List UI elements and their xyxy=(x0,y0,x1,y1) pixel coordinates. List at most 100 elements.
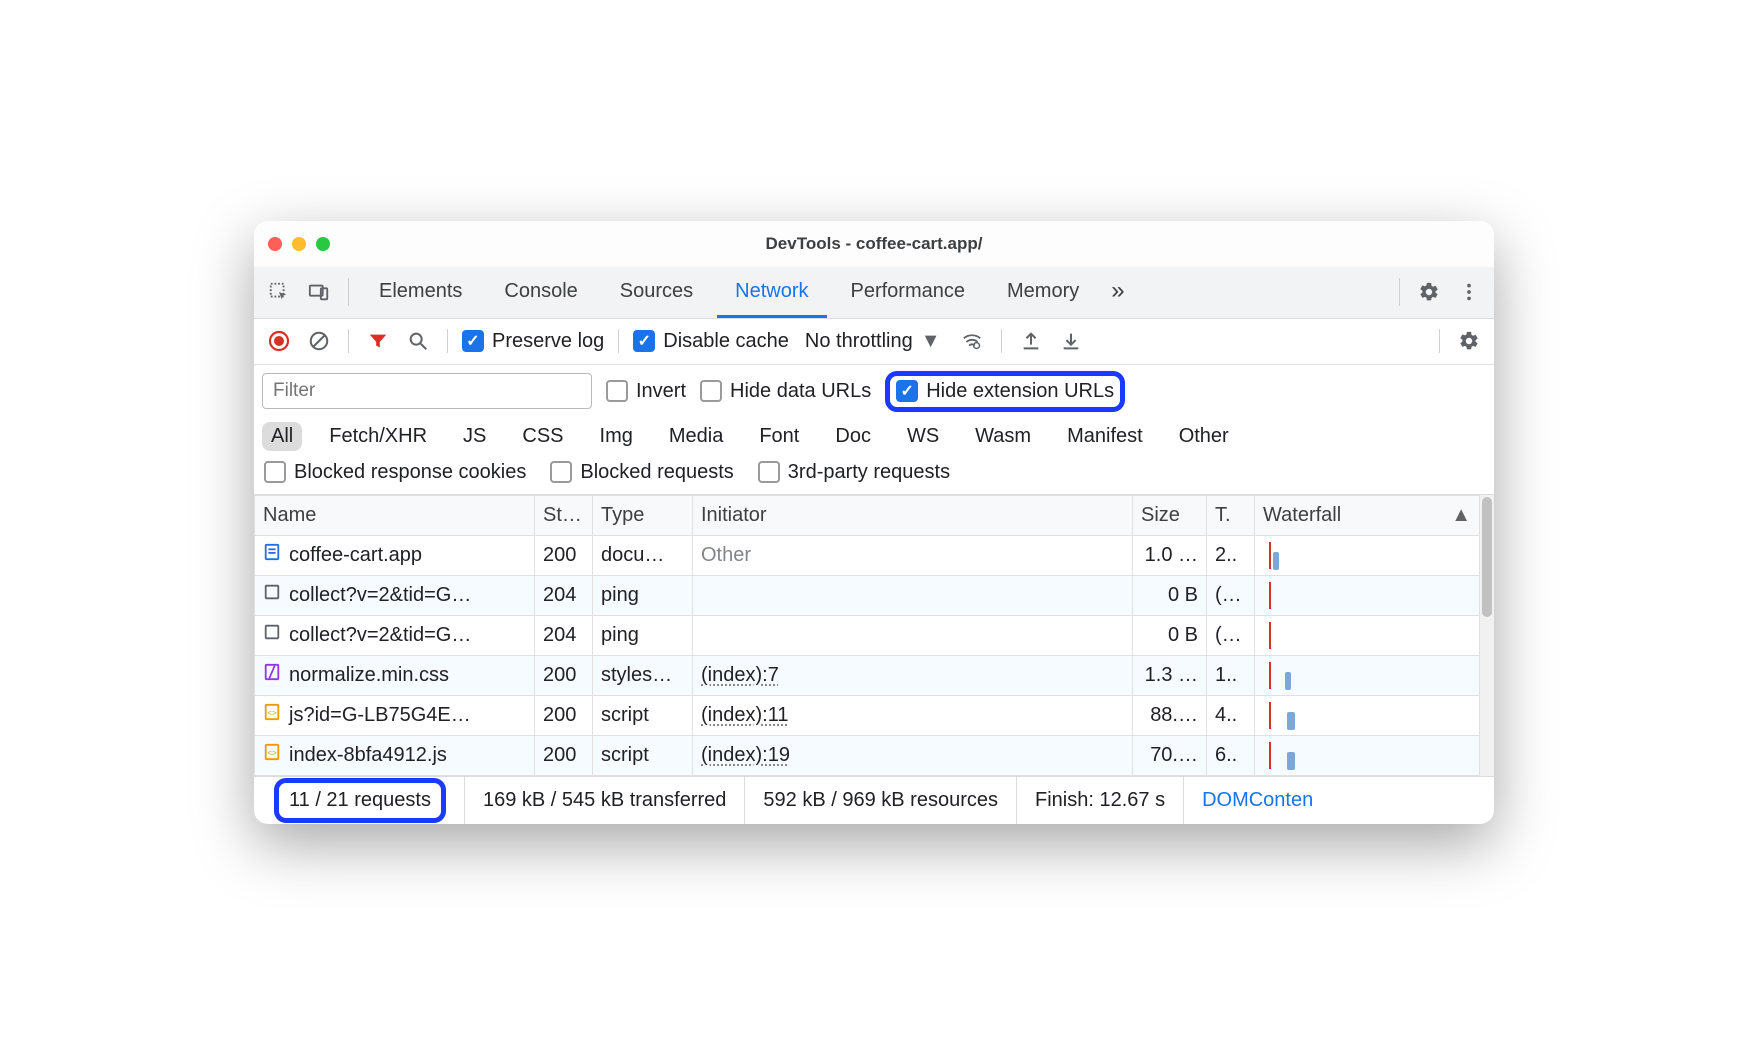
cell-time: 6.. xyxy=(1207,735,1255,775)
status-transferred: 169 kB / 545 kB transferred xyxy=(465,777,745,824)
type-doc[interactable]: Doc xyxy=(826,422,880,451)
tab-console[interactable]: Console xyxy=(486,266,595,318)
type-img[interactable]: Img xyxy=(591,422,642,451)
svg-text:<>: <> xyxy=(267,749,277,758)
settings-icon[interactable] xyxy=(1412,275,1446,309)
blocked-cookies-checkbox[interactable]: Blocked response cookies xyxy=(264,461,526,484)
filter-input[interactable] xyxy=(262,373,592,409)
device-toolbar-icon[interactable] xyxy=(302,275,336,309)
cell-size: 1.0 … xyxy=(1133,535,1207,575)
col-type[interactable]: Type xyxy=(593,495,693,535)
request-name: normalize.min.css xyxy=(289,664,449,687)
separator xyxy=(348,329,349,353)
table-row[interactable]: <>index-8bfa4912.js200script(index):1970… xyxy=(255,735,1480,775)
separator xyxy=(618,329,619,353)
type-wasm[interactable]: Wasm xyxy=(966,422,1040,451)
status-bar: 11 / 21 requests 169 kB / 545 kB transfe… xyxy=(254,776,1494,824)
search-icon[interactable] xyxy=(403,326,433,356)
tab-network[interactable]: Network xyxy=(717,266,826,318)
network-toolbar: Preserve log Disable cache No throttling… xyxy=(254,319,1494,365)
extra-filters-row: Blocked response cookies Blocked request… xyxy=(254,459,1494,495)
invert-label: Invert xyxy=(636,380,686,403)
type-css[interactable]: CSS xyxy=(513,422,572,451)
initiator-link[interactable]: (index):19 xyxy=(701,744,790,766)
status-resources: 592 kB / 969 kB resources xyxy=(745,777,1017,824)
col-status[interactable]: St… xyxy=(535,495,593,535)
status-finish: Finish: 12.67 s xyxy=(1017,777,1184,824)
panel-tabbar: Elements Console Sources Network Perform… xyxy=(254,267,1494,319)
cell-type: script xyxy=(593,735,693,775)
request-name: js?id=G-LB75G4E… xyxy=(289,704,471,727)
col-initiator[interactable]: Initiator xyxy=(693,495,1133,535)
clear-button[interactable] xyxy=(304,326,334,356)
type-fetch-xhr[interactable]: Fetch/XHR xyxy=(320,422,436,451)
separator xyxy=(1399,278,1400,306)
network-conditions-icon[interactable] xyxy=(957,326,987,356)
request-name: collect?v=2&tid=G… xyxy=(289,584,471,607)
cell-waterfall xyxy=(1255,735,1480,775)
type-js[interactable]: JS xyxy=(454,422,495,451)
file-icon: <> xyxy=(263,703,281,727)
type-all[interactable]: All xyxy=(262,422,302,451)
throttling-value: No throttling xyxy=(805,330,913,353)
type-media[interactable]: Media xyxy=(660,422,732,451)
table-row[interactable]: collect?v=2&tid=G…204ping0 B(… xyxy=(255,575,1480,615)
invert-checkbox[interactable]: Invert xyxy=(606,380,686,403)
cell-type: script xyxy=(593,695,693,735)
initiator-link[interactable]: (index):7 xyxy=(701,664,779,686)
table-row[interactable]: collect?v=2&tid=G…204ping0 B(… xyxy=(255,615,1480,655)
cell-initiator: (index):19 xyxy=(693,735,1133,775)
sort-asc-icon: ▲ xyxy=(1451,504,1471,527)
cell-waterfall xyxy=(1255,655,1480,695)
table-row[interactable]: coffee-cart.app200docu…Other1.0 …2.. xyxy=(255,535,1480,575)
more-menu-icon[interactable] xyxy=(1452,275,1486,309)
disable-cache-checkbox[interactable]: Disable cache xyxy=(633,330,789,353)
type-other[interactable]: Other xyxy=(1170,422,1238,451)
export-har-icon[interactable] xyxy=(1056,326,1086,356)
close-window-button[interactable] xyxy=(268,237,282,251)
hide-data-urls-checkbox[interactable]: Hide data URLs xyxy=(700,380,871,403)
file-icon xyxy=(263,583,281,607)
throttling-select[interactable]: No throttling ▼ xyxy=(799,330,947,353)
hide-extension-urls-checkbox[interactable]: Hide extension URLs xyxy=(896,380,1114,403)
network-settings-icon[interactable] xyxy=(1454,326,1484,356)
vertical-scrollbar[interactable] xyxy=(1480,495,1494,776)
table-row[interactable]: normalize.min.css200styles…(index):71.3 … xyxy=(255,655,1480,695)
type-font[interactable]: Font xyxy=(750,422,808,451)
tab-memory[interactable]: Memory xyxy=(989,266,1097,318)
import-har-icon[interactable] xyxy=(1016,326,1046,356)
type-ws[interactable]: WS xyxy=(898,422,948,451)
inspect-element-icon[interactable] xyxy=(262,275,296,309)
filter-toggle-icon[interactable] xyxy=(363,326,393,356)
initiator-link[interactable]: (index):11 xyxy=(701,704,788,726)
tab-sources[interactable]: Sources xyxy=(602,266,711,318)
tab-elements[interactable]: Elements xyxy=(361,266,480,318)
preserve-log-checkbox[interactable]: Preserve log xyxy=(462,330,604,353)
cell-initiator xyxy=(693,575,1133,615)
preserve-log-label: Preserve log xyxy=(492,330,604,353)
tab-performance[interactable]: Performance xyxy=(833,266,984,318)
type-manifest[interactable]: Manifest xyxy=(1058,422,1152,451)
blocked-requests-checkbox[interactable]: Blocked requests xyxy=(550,461,733,484)
tabs-overflow-button[interactable]: » xyxy=(1103,266,1132,318)
zoom-window-button[interactable] xyxy=(316,237,330,251)
col-size[interactable]: Size xyxy=(1133,495,1207,535)
third-party-checkbox[interactable]: 3rd-party requests xyxy=(758,461,950,484)
record-button[interactable] xyxy=(264,326,294,356)
svg-text:<>: <> xyxy=(267,709,277,718)
cell-status: 200 xyxy=(535,535,593,575)
col-waterfall[interactable]: Waterfall▲ xyxy=(1255,495,1480,535)
col-name[interactable]: Name xyxy=(255,495,535,535)
separator xyxy=(1439,329,1440,353)
minimize-window-button[interactable] xyxy=(292,237,306,251)
cell-size: 70.… xyxy=(1133,735,1207,775)
hide-extension-urls-highlight: Hide extension URLs xyxy=(885,371,1125,412)
status-requests: 11 / 21 requests xyxy=(256,777,465,824)
filter-row: Invert Hide data URLs Hide extension URL… xyxy=(254,365,1494,418)
cell-waterfall xyxy=(1255,575,1480,615)
col-time[interactable]: T. xyxy=(1207,495,1255,535)
cell-size: 1.3 … xyxy=(1133,655,1207,695)
table-row[interactable]: <>js?id=G-LB75G4E…200script(index):1188.… xyxy=(255,695,1480,735)
file-icon: <> xyxy=(263,743,281,767)
cell-type: docu… xyxy=(593,535,693,575)
